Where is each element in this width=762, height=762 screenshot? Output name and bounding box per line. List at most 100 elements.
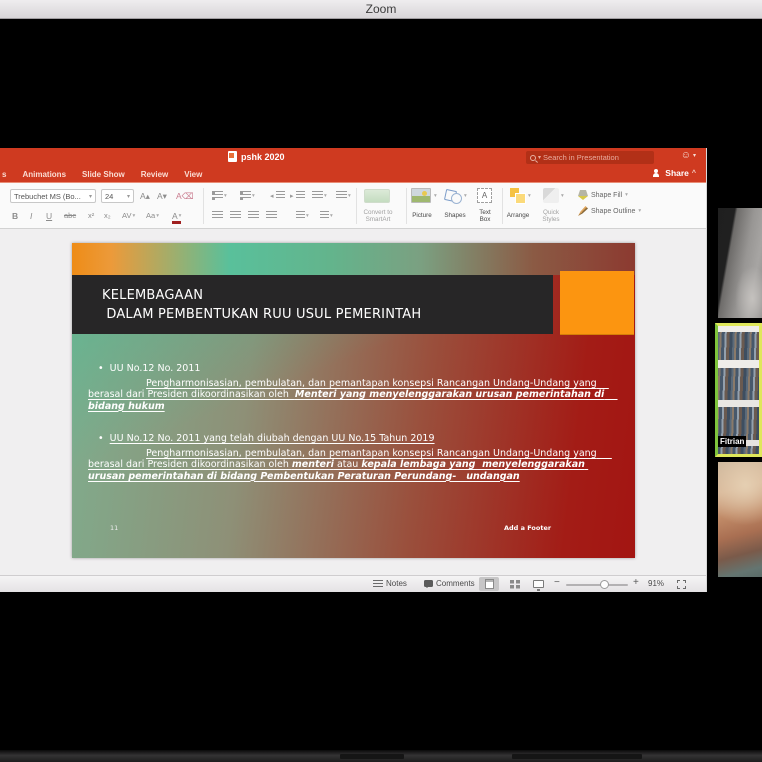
share-button[interactable]: Share ^ xyxy=(653,168,696,178)
tab-transitions-partial[interactable]: s xyxy=(2,170,6,179)
align-center-button[interactable] xyxy=(230,211,241,220)
chevron-down-icon: ▾ xyxy=(324,193,327,199)
ribbon-collapse-icon[interactable]: ^ xyxy=(692,170,696,177)
participant-video-3[interactable] xyxy=(718,462,762,577)
clear-formatting-button[interactable]: A⌫ xyxy=(176,191,194,202)
participant-video-2-active-speaker[interactable]: Fitrian xyxy=(715,323,762,457)
increase-indent-button[interactable] xyxy=(290,191,305,200)
footer-placeholder[interactable]: Add a Footer xyxy=(504,524,551,532)
quick-styles-caret[interactable]: ▾ xyxy=(561,193,564,199)
arrange-button[interactable]: Arrange xyxy=(500,212,536,219)
underline-button[interactable]: U xyxy=(46,211,52,221)
feedback-smiley-button[interactable]: ☺ ▾ xyxy=(681,150,696,161)
slide-paragraph-1: Pengharmonisasian, pembulatan, dan peman… xyxy=(88,378,609,413)
convert-smartart-button[interactable]: Convert to SmartArt xyxy=(352,209,404,223)
superscript-button[interactable]: x² xyxy=(88,211,94,220)
picture-icon[interactable] xyxy=(411,188,431,203)
decrease-indent-button[interactable] xyxy=(270,191,285,200)
smiley-icon: ☺ xyxy=(681,150,691,161)
slide-sorter-button[interactable] xyxy=(505,577,525,591)
italic-button[interactable]: I xyxy=(30,211,32,221)
justify-button[interactable] xyxy=(266,211,277,220)
pencil-icon xyxy=(578,206,588,216)
align-text-button[interactable]: ▾ xyxy=(320,211,333,220)
slide-title-box[interactable]: KELEMBAGAAN DALAM PEMBENTUKAN RUU USUL P… xyxy=(72,275,553,334)
slide-orange-accent-square[interactable] xyxy=(560,271,634,335)
shape-outline-button[interactable]: Shape Outline ▾ xyxy=(578,206,641,216)
zoom-in-button[interactable]: + xyxy=(633,577,639,588)
arrange-icon[interactable] xyxy=(510,188,526,203)
slide-number: 11 xyxy=(110,524,118,532)
arrange-caret[interactable]: ▾ xyxy=(528,193,531,199)
normal-view-button[interactable] xyxy=(479,577,499,591)
character-spacing-button[interactable]: AV ▾ xyxy=(122,211,135,220)
chevron-down-icon: ▾ xyxy=(638,208,641,214)
text-direction-button[interactable]: ▾ xyxy=(296,211,309,220)
document-title: pshk 2020 xyxy=(241,152,285,162)
zoom-out-button[interactable]: − xyxy=(554,577,560,588)
ppt-titlebar: pshk 2020 ▾ ☺ ▾ xyxy=(0,148,706,167)
font-size-select[interactable]: 24 ▾ xyxy=(101,189,134,203)
powerpoint-window: pshk 2020 ▾ ☺ ▾ s Animations Slide Show … xyxy=(0,148,707,592)
align-center-icon xyxy=(230,211,241,220)
search-icon xyxy=(530,155,536,161)
comments-button[interactable]: Comments xyxy=(424,579,475,588)
font-name-select[interactable]: Trebuchet MS (Bo... ▾ xyxy=(10,189,96,203)
document-title-group: pshk 2020 xyxy=(228,151,285,162)
align-left-button[interactable] xyxy=(212,211,223,220)
powerpoint-doc-icon xyxy=(228,151,237,162)
slide-canvas[interactable]: KELEMBAGAAN DALAM PEMBENTUKAN RUU USUL P… xyxy=(72,243,635,558)
strikethrough-button[interactable]: abc xyxy=(64,211,76,220)
slide-body-textbox[interactable]: • UU No.12 No. 2011 Pengharmonisasian, p… xyxy=(88,363,609,482)
chevron-down-icon: ▾ xyxy=(89,193,92,200)
convert-smartart-icon[interactable] xyxy=(364,189,390,203)
bullets-button[interactable]: ▾ xyxy=(212,191,227,200)
zoom-level-label: 91% xyxy=(648,579,664,588)
slide-bullet-2: • UU No.12 No. 2011 yang telah diubah de… xyxy=(88,433,609,445)
shapes-button[interactable]: Shapes xyxy=(437,212,473,219)
shapes-caret[interactable]: ▾ xyxy=(464,193,467,199)
macos-titlebar: Zoom xyxy=(0,0,762,19)
tab-slide-show[interactable]: Slide Show xyxy=(82,170,125,179)
font-color-button[interactable]: A ▾ xyxy=(172,211,181,224)
bold-button[interactable]: B xyxy=(12,211,18,221)
search-scope-caret-icon[interactable]: ▾ xyxy=(538,154,541,161)
text-box-icon[interactable]: A xyxy=(477,188,492,203)
slideshow-button[interactable] xyxy=(528,577,548,591)
tab-animations[interactable]: Animations xyxy=(22,170,66,179)
chevron-down-icon: ▾ xyxy=(156,213,159,219)
picture-button[interactable]: Picture xyxy=(406,212,438,219)
search-box[interactable]: ▾ xyxy=(526,151,654,164)
quick-styles-button[interactable]: Quick Styles xyxy=(537,209,565,223)
picture-caret[interactable]: ▾ xyxy=(434,193,437,199)
chevron-down-icon: ▾ xyxy=(224,193,227,199)
quick-styles-icon[interactable] xyxy=(543,188,559,203)
fit-to-window-button[interactable] xyxy=(677,580,686,589)
line-spacing-button[interactable]: ▾ xyxy=(312,191,327,200)
chevron-down-icon: ▾ xyxy=(434,193,437,199)
search-input[interactable] xyxy=(543,153,650,162)
zoom-slider[interactable] xyxy=(566,584,628,586)
participant-video-1[interactable] xyxy=(718,208,762,318)
grow-font-button[interactable]: A▴ xyxy=(140,191,150,202)
subscript-button[interactable]: x₂ xyxy=(104,211,111,220)
text-box-button[interactable]: Text Box xyxy=(471,209,499,223)
chevron-down-icon: ▾ xyxy=(464,193,467,199)
chevron-down-icon: ▾ xyxy=(127,193,130,200)
person-plus-icon xyxy=(653,169,662,177)
numbering-button[interactable]: ▾ xyxy=(240,191,255,200)
columns-icon xyxy=(336,191,347,200)
text-direction-icon xyxy=(296,211,305,220)
notes-button[interactable]: Notes xyxy=(373,579,407,588)
align-right-icon xyxy=(248,211,259,220)
zoom-slider-knob[interactable] xyxy=(600,580,609,589)
columns-button[interactable]: ▾ xyxy=(336,191,351,200)
change-case-button[interactable]: Aa ▾ xyxy=(146,211,159,220)
shape-fill-button[interactable]: Shape Fill ▾ xyxy=(578,190,628,200)
shapes-icon[interactable] xyxy=(444,188,462,203)
tab-view[interactable]: View xyxy=(184,170,202,179)
shrink-font-button[interactable]: A▾ xyxy=(157,191,167,202)
align-right-button[interactable] xyxy=(248,211,259,220)
indent-left-icon xyxy=(276,191,285,200)
tab-review[interactable]: Review xyxy=(141,170,169,179)
